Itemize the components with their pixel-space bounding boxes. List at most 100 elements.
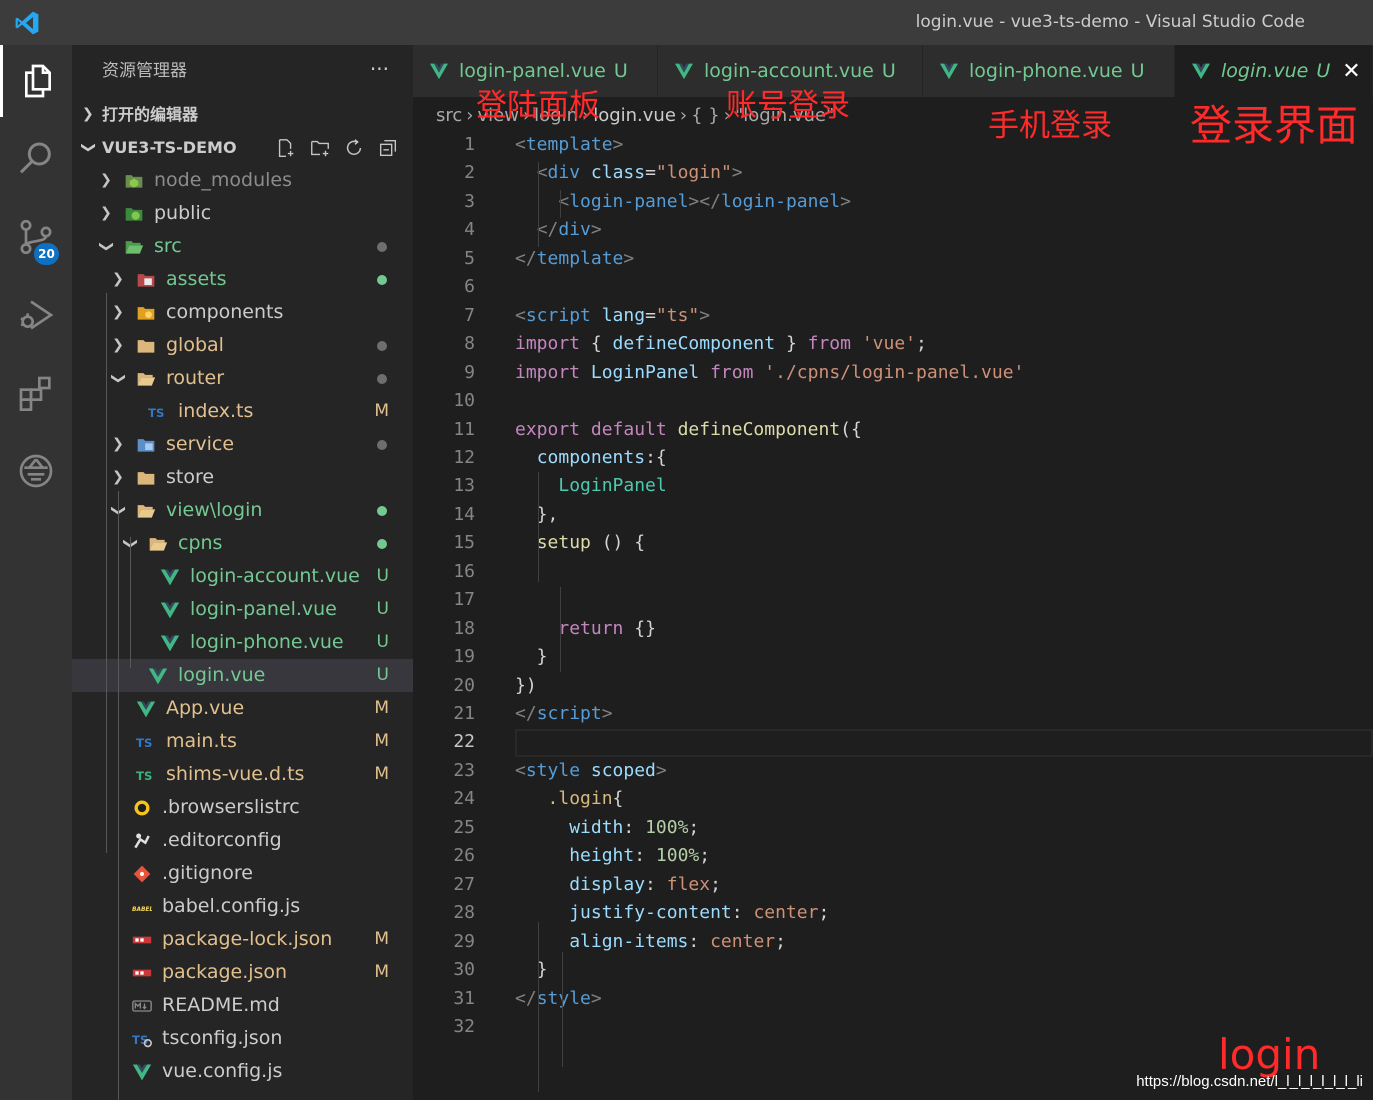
tree-file[interactable]: BABEL babel.config.js — [72, 890, 413, 923]
code-token: = — [645, 304, 656, 326]
tree-file[interactable]: login-account.vue U — [72, 560, 413, 593]
run-debug-button[interactable] — [0, 279, 72, 351]
chevron-right-icon: ❯ — [112, 304, 124, 320]
code-line: </script> — [515, 703, 613, 724]
new-file-icon[interactable] — [275, 137, 297, 159]
source-control-button[interactable]: 20 — [0, 201, 72, 273]
code-line: </template> — [515, 248, 634, 269]
extensions-button[interactable] — [0, 357, 72, 429]
explorer-button[interactable] — [0, 45, 72, 117]
vue-icon — [136, 701, 156, 718]
tree-file[interactable]: TS tsconfig.json — [72, 1022, 413, 1055]
tab-login-phone[interactable]: login-phone.vue U — [923, 45, 1175, 97]
breadcrumb-item[interactable]: { } — [691, 105, 720, 126]
tree-file[interactable]: .browserslistrc — [72, 791, 413, 824]
code-token: : — [634, 845, 656, 867]
tree-folder[interactable]: ❯ router — [72, 362, 413, 395]
vue-icon — [1192, 63, 1210, 80]
code-token: "ts" — [655, 304, 700, 326]
line-number: 32 — [453, 1015, 475, 1037]
git-status-dot — [377, 440, 387, 450]
tree-folder[interactable]: ❯view\login — [72, 494, 413, 527]
tree-file[interactable]: vue.config.js — [72, 1055, 413, 1088]
code-line: .login{ — [515, 788, 624, 809]
tab-login[interactable]: login.vue U ✕ — [1175, 45, 1373, 97]
tree-folder[interactable]: ❯ node_modules — [72, 164, 413, 197]
code-token: "login" — [655, 162, 732, 184]
git-status-badge: M — [374, 698, 389, 718]
tab-label: login.vue — [1221, 60, 1309, 82]
breadcrumb-item[interactable]: login.vue — [593, 105, 676, 126]
code-token: < — [515, 304, 526, 326]
folder-open-icon — [149, 538, 168, 551]
code-token: } — [775, 333, 808, 355]
tree-file[interactable]: login-phone.vue U — [72, 626, 413, 659]
tree-file[interactable]: TS index.ts M — [72, 395, 413, 428]
tree-file[interactable]: package-lock.json M — [72, 923, 413, 956]
indent-guide — [562, 952, 563, 1067]
tree-folder[interactable]: ❯ assets — [72, 263, 413, 296]
more-actions-button[interactable]: ··· — [370, 45, 389, 93]
code-line: export default defineComponent({ — [515, 419, 862, 440]
tree-folder[interactable]: ❯ service — [72, 428, 413, 461]
code-token: ({ — [840, 418, 862, 440]
tree-file[interactable]: .gitignore — [72, 857, 413, 890]
git-status-dot — [377, 242, 387, 252]
close-icon[interactable]: ✕ — [1342, 59, 1360, 84]
tree-file[interactable]: TS main.ts M — [72, 725, 413, 758]
tree-folder[interactable]: ❯ store — [72, 461, 413, 494]
tree-item-label: login-account.vue — [190, 565, 360, 587]
tree-file[interactable]: login.vue U — [72, 659, 413, 692]
tree-folder[interactable]: ❯ public — [72, 197, 413, 230]
chevron-right-icon: ❯ — [112, 271, 124, 287]
vscode-logo-icon[interactable] — [14, 10, 40, 36]
breadcrumb-item[interactable]: src — [436, 105, 462, 126]
code-editor[interactable]: 1 <template> 2 <div class="login"> 3 <login… — [413, 132, 1373, 1100]
tsconfig-icon: TS — [132, 1033, 152, 1048]
refresh-icon[interactable] — [343, 137, 365, 159]
tree-item-label: login-panel.vue — [190, 598, 337, 620]
remote-button[interactable] — [0, 435, 72, 507]
code-token: ; — [699, 845, 711, 867]
code-token: : — [623, 816, 646, 838]
tree-folder[interactable]: ❯ global — [72, 329, 413, 362]
tree-folder[interactable]: ❯cpns — [72, 527, 413, 560]
current-line-highlight — [515, 729, 1373, 758]
code-token: 100% — [655, 845, 700, 867]
search-button[interactable] — [0, 123, 72, 195]
explorer-toolbar — [275, 131, 399, 164]
collapse-all-icon[interactable] — [377, 137, 399, 159]
tab-status: U — [613, 60, 628, 82]
new-folder-icon[interactable] — [309, 137, 331, 159]
code-token: > — [590, 219, 602, 241]
project-section[interactable]: ❯ VUE3-TS-DEMO — [72, 131, 413, 164]
code-token: LoginPanel — [558, 475, 667, 497]
vue-config-icon — [132, 1064, 152, 1081]
tree-folder[interactable]: ❯ src — [72, 230, 413, 263]
tree-item-label: global — [166, 334, 224, 356]
annotation-panel: 登陆面板 — [476, 88, 600, 124]
code-line: <login-panel></login-panel> — [515, 191, 851, 212]
tree-item-label: login-phone.vue — [190, 631, 344, 653]
code-token: > — [840, 190, 851, 212]
tree-file[interactable]: package.json M — [72, 956, 413, 989]
tree-folder[interactable]: ❯ components — [72, 296, 413, 329]
code-token: } — [515, 959, 548, 981]
open-editors-section[interactable]: ❯ 打开的编辑器 — [72, 98, 413, 131]
tree-file[interactable]: README.md — [72, 989, 413, 1022]
tree-file[interactable]: TS shims-vue.d.ts M — [72, 758, 413, 791]
code-line: return {} — [515, 618, 656, 639]
tab-status: U — [1130, 60, 1145, 82]
remote-icon — [19, 454, 53, 488]
tree-file[interactable]: .editorconfig — [72, 824, 413, 857]
tree-file[interactable]: login-panel.vue U — [72, 593, 413, 626]
code-token: LoginPanel — [590, 361, 700, 383]
code-token: ; — [775, 930, 786, 952]
tree-file[interactable]: App.vue M — [72, 692, 413, 725]
